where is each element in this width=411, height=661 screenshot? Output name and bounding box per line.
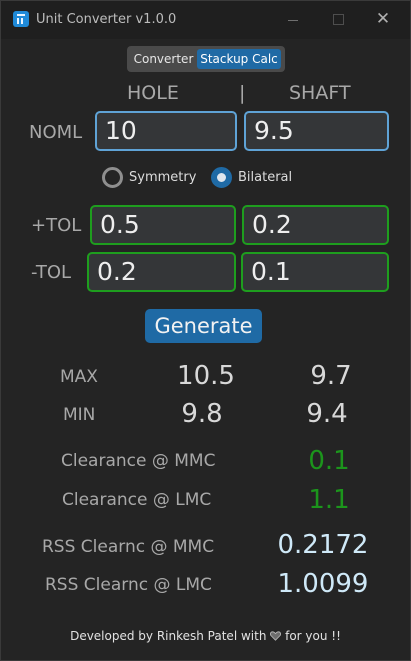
tab-stackup-calc[interactable]: Stackup Calc: [197, 49, 281, 69]
app-logo-icon: [13, 11, 29, 27]
hole-nominal-input[interactable]: 10: [95, 111, 237, 151]
bilateral-radio[interactable]: Bilateral: [211, 167, 293, 189]
hole-column-header: HOLE: [127, 82, 179, 104]
max-label: MAX: [60, 367, 98, 387]
maximize-button[interactable]: [325, 7, 351, 31]
footer-credit: Developed by Rinkesh Patel with for you …: [1, 629, 410, 644]
clearance-lmc-value: 1.1: [308, 485, 350, 515]
close-button[interactable]: ✕: [370, 7, 396, 31]
bilateral-radio-label: Bilateral: [238, 170, 293, 185]
minus-tol-label: -TOL: [31, 262, 72, 283]
min-label: MIN: [63, 405, 96, 425]
plus-tol-label: +TOL: [31, 215, 82, 236]
title-bar: Unit Converter v1.0.0 ✕: [1, 1, 410, 39]
symmetry-radio-label: Symmetry: [129, 170, 197, 185]
minimize-button[interactable]: [280, 7, 306, 31]
mode-segmented-control: Converter Stackup Calc: [127, 46, 285, 72]
tab-converter[interactable]: Converter: [130, 49, 197, 69]
app-window: Unit Converter v1.0.0 ✕ Converter Stacku…: [0, 0, 411, 661]
window-title: Unit Converter v1.0.0: [36, 12, 177, 27]
footer-prefix: Developed by Rinkesh Patel with: [70, 629, 267, 643]
shaft-max-value: 9.7: [310, 361, 352, 391]
hole-max-value: 10.5: [177, 361, 235, 391]
shaft-nominal-input[interactable]: 9.5: [244, 111, 389, 151]
symmetry-radio[interactable]: Symmetry: [102, 167, 196, 189]
radio-selected-icon: [211, 167, 232, 188]
nominal-label: NOML: [29, 122, 83, 143]
generate-button[interactable]: Generate: [145, 309, 262, 343]
rss-mmc-label: RSS Clearnc @ MMC: [42, 537, 215, 557]
hole-min-value: 9.8: [181, 399, 223, 429]
radio-circle-icon: [102, 167, 123, 188]
shaft-plus-tol-input[interactable]: 0.2: [242, 205, 389, 245]
rss-lmc-label: RSS Clearnc @ LMC: [45, 575, 212, 595]
shaft-minus-tol-input[interactable]: 0.1: [241, 252, 389, 292]
clearance-lmc-label: Clearance @ LMC: [62, 490, 212, 510]
hole-minus-tol-input[interactable]: 0.2: [87, 252, 236, 292]
shaft-min-value: 9.4: [306, 399, 348, 429]
shaft-column-header: SHAFT: [289, 82, 351, 104]
clearance-mmc-value: 0.1: [308, 446, 350, 476]
heart-icon: [270, 630, 282, 644]
column-separator: |: [239, 82, 246, 104]
rss-mmc-value: 0.2172: [277, 530, 369, 560]
rss-lmc-value: 1.0099: [277, 569, 369, 599]
footer-suffix: for you !!: [285, 629, 341, 643]
hole-plus-tol-input[interactable]: 0.5: [90, 205, 236, 245]
clearance-mmc-label: Clearance @ MMC: [61, 451, 216, 471]
